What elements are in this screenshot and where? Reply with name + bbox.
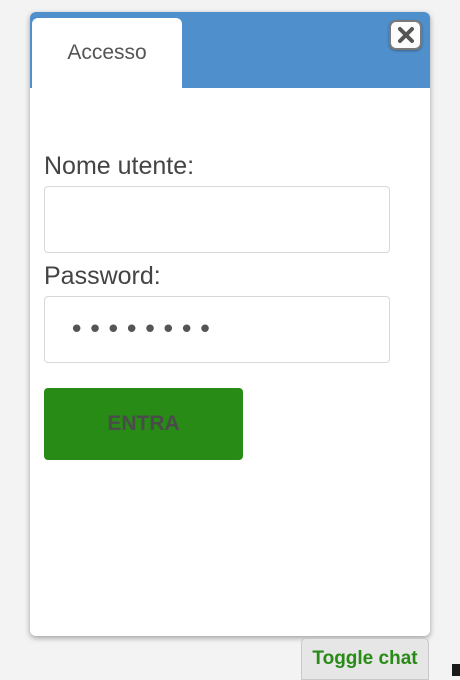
username-label: Nome utente:	[44, 152, 195, 180]
toggle-chat-button[interactable]: Toggle chat	[301, 638, 429, 680]
close-icon	[397, 27, 414, 43]
password-label: Password:	[44, 262, 161, 290]
tab-accesso[interactable]: Accesso	[32, 18, 182, 88]
submit-button[interactable]: ENTRA	[44, 388, 243, 460]
password-field[interactable]	[44, 296, 390, 363]
toggle-chat-label: Toggle chat	[312, 648, 418, 669]
edge-divider	[452, 664, 460, 676]
close-button[interactable]	[389, 20, 422, 50]
username-field[interactable]	[44, 186, 390, 253]
tab-label: Accesso	[67, 41, 147, 64]
